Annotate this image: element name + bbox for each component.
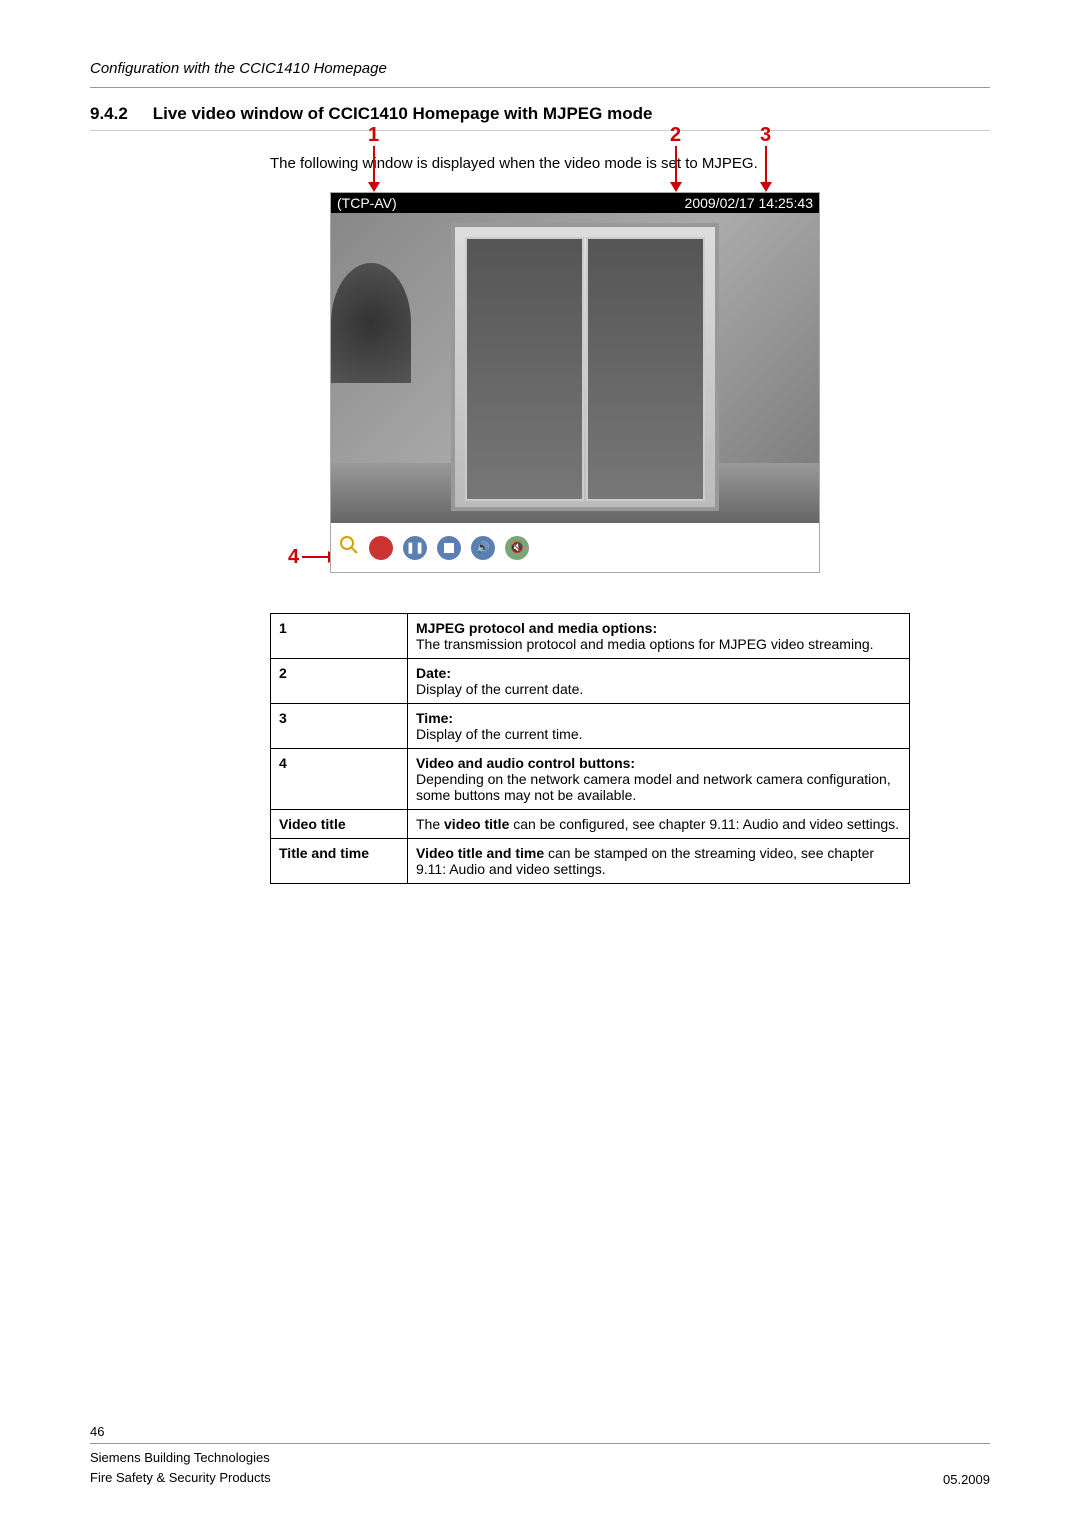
callout-1: 1	[368, 124, 379, 147]
row-desc: Video and audio control buttons: Dependi…	[408, 749, 910, 810]
desc-title: Video and audio control buttons:	[416, 755, 901, 771]
row-desc: Video title and time can be stamped on t…	[408, 839, 910, 884]
section-title: Live video window of CCIC1410 Homepage w…	[153, 104, 653, 123]
desc-bold: Video title and time	[416, 845, 544, 861]
control-bar: ❚❚ 🔊 🔇	[331, 523, 819, 572]
table-row: 3 Time: Display of the current time.	[271, 704, 910, 749]
row-desc: Time: Display of the current time.	[408, 704, 910, 749]
row-label: 4	[271, 749, 408, 810]
row-desc: Date: Display of the current date.	[408, 659, 910, 704]
time-label: 14:25:43	[759, 195, 814, 211]
arrow-3	[765, 146, 767, 184]
row-label: Video title	[271, 810, 408, 839]
datetime-label: 2009/02/17 14:25:43	[685, 195, 813, 211]
video-still-image	[331, 213, 819, 523]
sound-icon[interactable]: 🔊	[471, 536, 495, 560]
callout-2: 2	[670, 124, 681, 147]
pause-icon[interactable]: ❚❚	[403, 536, 427, 560]
row-label: 3	[271, 704, 408, 749]
desc-text: The transmission protocol and media opti…	[416, 636, 901, 652]
video-header-bar: (TCP-AV) 2009/02/17 14:25:43	[331, 193, 819, 213]
footer-date: 05.2009	[943, 1472, 990, 1487]
record-icon[interactable]	[369, 536, 393, 560]
desc-title: MJPEG protocol and media options:	[416, 620, 901, 636]
table-row: Video title The video title can be confi…	[271, 810, 910, 839]
row-label: 1	[271, 614, 408, 659]
protocol-label: (TCP-AV)	[337, 195, 397, 211]
video-window-figure: (TCP-AV) 2009/02/17 14:25:43 ❚	[330, 192, 820, 573]
table-row: Title and time Video title and time can …	[271, 839, 910, 884]
footer-dept: Fire Safety & Security Products	[90, 1468, 271, 1488]
header-rule	[90, 87, 990, 88]
footer-rule	[90, 1443, 990, 1444]
table-row: 2 Date: Display of the current date.	[271, 659, 910, 704]
page-footer: 46 Siemens Building Technologies Fire Sa…	[90, 1424, 990, 1487]
row-label: 2	[271, 659, 408, 704]
table-row: 1 MJPEG protocol and media options: The …	[271, 614, 910, 659]
page-number: 46	[90, 1424, 990, 1439]
desc-prefix: The	[416, 816, 444, 832]
desc-suffix: can be configured, see chapter 9.11: Aud…	[509, 816, 899, 832]
date-label: 2009/02/17	[685, 195, 755, 211]
section-heading: 9.4.2 Live video window of CCIC1410 Home…	[90, 104, 990, 124]
desc-title: Date:	[416, 665, 901, 681]
desc-text: Display of the current date.	[416, 681, 901, 697]
desc-text: Depending on the network camera model an…	[416, 771, 901, 803]
stop-icon[interactable]	[437, 536, 461, 560]
arrow-1	[373, 146, 375, 184]
table-row: 4 Video and audio control buttons: Depen…	[271, 749, 910, 810]
chapter-header: Configuration with the CCIC1410 Homepage	[90, 60, 990, 77]
description-table: 1 MJPEG protocol and media options: The …	[270, 613, 910, 884]
desc-text: Display of the current time.	[416, 726, 901, 742]
arrow-2	[675, 146, 677, 184]
row-desc: The video title can be configured, see c…	[408, 810, 910, 839]
desc-title: Time:	[416, 710, 901, 726]
callout-4: 4	[288, 546, 299, 569]
section-number: 9.4.2	[90, 104, 148, 124]
mute-icon[interactable]: 🔇	[505, 536, 529, 560]
footer-company: Siemens Building Technologies	[90, 1448, 271, 1468]
zoom-icon[interactable]	[339, 535, 359, 560]
callout-3: 3	[760, 124, 771, 147]
desc-bold: video title	[444, 816, 509, 832]
row-label: Title and time	[271, 839, 408, 884]
row-desc: MJPEG protocol and media options: The tr…	[408, 614, 910, 659]
callouts: 1 2 3	[330, 124, 820, 192]
arrow-4	[302, 556, 330, 558]
